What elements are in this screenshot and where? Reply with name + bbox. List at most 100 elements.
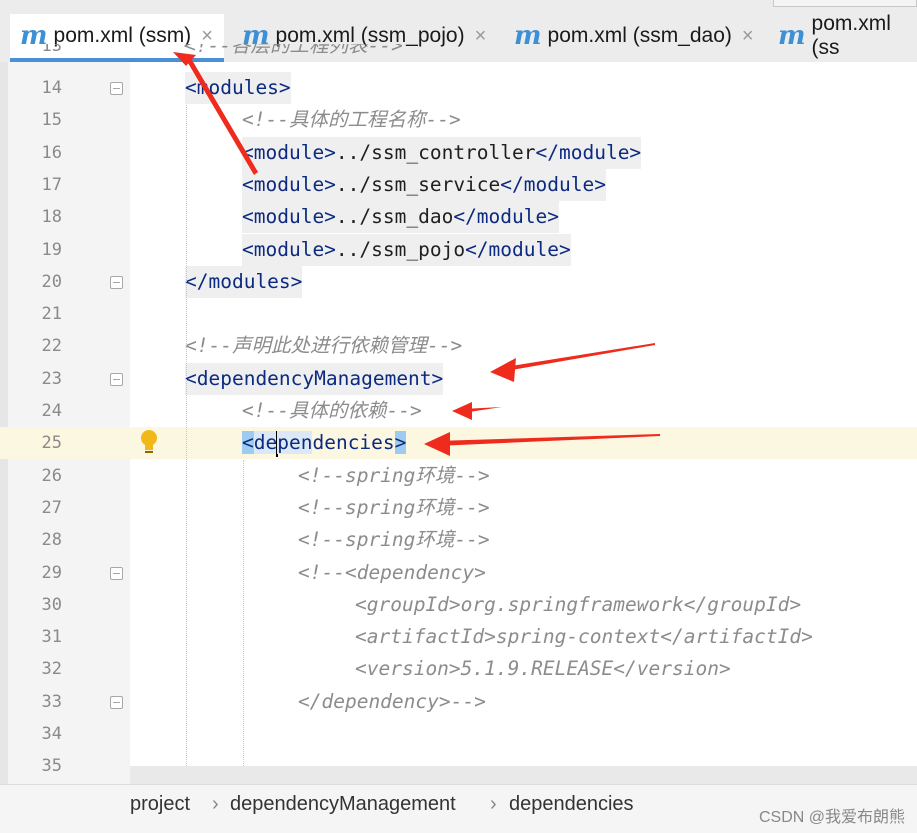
indent-guide <box>243 460 244 766</box>
code-line: 24 <!--具体的依赖--> <box>0 395 917 427</box>
code-line: 27 <!--spring环境--> <box>0 492 917 524</box>
code-line: 20 </modules> <box>0 266 917 298</box>
horizontal-scrollbar[interactable] <box>130 766 917 784</box>
line-number: 35 <box>41 756 62 776</box>
code-line: 28 <!--spring环境--> <box>0 524 917 556</box>
code-line: 22 <!--声明此处进行依赖管理--> <box>0 330 917 362</box>
line-number: 23 <box>41 369 62 389</box>
comment-text: <!--声明此处进行依赖管理--> <box>185 334 463 357</box>
code-text: <modules> <box>185 72 291 104</box>
xml-text: ../ssm_controller <box>335 141 536 164</box>
comment-text: <!--各层的工程列表--> <box>184 44 403 57</box>
xml-text: ../ssm_dao <box>335 205 454 228</box>
line-number: 15 <box>41 110 62 130</box>
line-number: 17 <box>41 175 62 195</box>
code-line: 33 </dependency>--> <box>0 686 917 718</box>
code-line: 19 <module>../ssm_pojo</module> <box>0 234 917 266</box>
line-number: 30 <box>41 595 62 615</box>
code-text: <module>../ssm_controller</module> <box>242 137 642 169</box>
line-number: 24 <box>41 401 62 421</box>
code-line: 29 <!--<dependency> <box>0 557 917 589</box>
code-token: < <box>242 431 254 454</box>
xml-text: ../ssm_pojo <box>335 238 466 261</box>
code-line: 16 <module>../ssm_controller</module> <box>0 137 917 169</box>
xml-tag: <module> <box>242 205 336 228</box>
comment-text: <!--具体的工程名称--> <box>242 108 461 131</box>
chevron-right-icon: › <box>490 793 497 815</box>
code-text: <dependencies> <box>242 427 407 459</box>
code-text: <module>../ssm_service</module> <box>242 169 606 201</box>
xml-tag: </module> <box>500 173 606 196</box>
code-line: 18 <module>../ssm_dao</module> <box>0 201 917 233</box>
line-number: 18 <box>41 207 62 227</box>
fold-toggle-icon[interactable] <box>110 696 123 709</box>
indent-guide <box>186 105 187 766</box>
comment-text: <version>5.1.9.RELEASE</version> <box>355 657 731 680</box>
breadcrumb-item-dependency-management[interactable]: dependencyManagement <box>230 793 456 816</box>
code-line: 31 <artifactId>spring-context</artifactId… <box>0 621 917 653</box>
code-line: 14 <modules> <box>0 72 917 104</box>
fold-toggle-icon[interactable] <box>110 373 123 386</box>
xml-tag: <dependencyManagement> <box>185 367 444 390</box>
breadcrumb-item-project[interactable]: project <box>130 793 190 816</box>
line-number: 32 <box>41 659 62 679</box>
chevron-right-icon: › <box>212 793 219 815</box>
code-token: dencies <box>312 431 395 454</box>
fold-toggle-icon[interactable] <box>110 82 123 95</box>
code-line: 26 <!--spring环境--> <box>0 460 917 492</box>
line-number: 26 <box>41 466 62 486</box>
comment-text: <!--<dependency> <box>298 561 486 584</box>
code-token: pen <box>277 431 313 454</box>
code-text: <module>../ssm_pojo</module> <box>242 234 571 266</box>
comment-text: <!--spring环境--> <box>298 464 490 487</box>
xml-tag: </modules> <box>185 270 303 293</box>
code-line: 17 <module>../ssm_service</module> <box>0 169 917 201</box>
code-line: 32 <version>5.1.9.RELEASE</version> <box>0 653 917 685</box>
xml-tag: <modules> <box>185 76 291 99</box>
line-number: 13 <box>41 44 62 56</box>
fold-toggle-icon[interactable] <box>110 276 123 289</box>
comment-text: <!--具体的依赖--> <box>242 399 422 422</box>
comment-text: <groupId>org.springframework</groupId> <box>355 593 802 616</box>
code-text: <module>../ssm_dao</module> <box>242 201 559 233</box>
line-number: 25 <box>41 433 62 453</box>
line-number: 21 <box>41 304 62 324</box>
breadcrumb-item-dependencies[interactable]: dependencies <box>509 793 634 816</box>
code-line: 15 <!--具体的工程名称--> <box>0 104 917 136</box>
comment-text: <!--spring环境--> <box>298 528 490 551</box>
xml-tag: <module> <box>242 173 336 196</box>
line-number: 28 <box>41 530 62 550</box>
code-line: 25 <dependencies> <box>0 427 917 459</box>
code-line: 21 <box>0 298 917 330</box>
code-line-partial: 13 <!--各层的工程列表--> <box>0 44 917 62</box>
comment-text: <!--spring环境--> <box>298 496 490 519</box>
comment-text: </dependency>--> <box>298 690 486 713</box>
code-line: 30 <groupId>org.springframework</groupId> <box>0 589 917 621</box>
fold-toggle-icon[interactable] <box>110 567 123 580</box>
code-line: 23 <dependencyManagement> <box>0 363 917 395</box>
xml-tag: </module> <box>453 205 559 228</box>
xml-text: ../ssm_service <box>335 173 501 196</box>
tab-bar-top-strip <box>773 0 917 7</box>
line-number: 34 <box>41 724 62 744</box>
code-token: de <box>253 431 278 454</box>
xml-tag: <module> <box>242 238 336 261</box>
line-number: 19 <box>41 240 62 260</box>
line-number: 33 <box>41 692 62 712</box>
comment-text: <artifactId>spring-context</artifactId> <box>355 625 813 648</box>
line-number: 31 <box>41 627 62 647</box>
code-line: 34 <box>0 718 917 750</box>
line-number: 14 <box>41 78 62 98</box>
lightbulb-icon[interactable] <box>139 429 159 455</box>
line-number: 27 <box>41 498 62 518</box>
line-number: 20 <box>41 272 62 292</box>
code-text: <dependencyManagement> <box>185 363 444 395</box>
code-text: </modules> <box>185 266 303 298</box>
xml-tag: <module> <box>242 141 336 164</box>
breadcrumb: project › dependencyManagement › depende… <box>0 784 917 833</box>
line-number: 16 <box>41 143 62 163</box>
xml-tag: </module> <box>465 238 571 261</box>
line-number: 22 <box>41 336 62 356</box>
xml-tag: </module> <box>535 141 642 164</box>
line-number: 29 <box>41 563 62 583</box>
